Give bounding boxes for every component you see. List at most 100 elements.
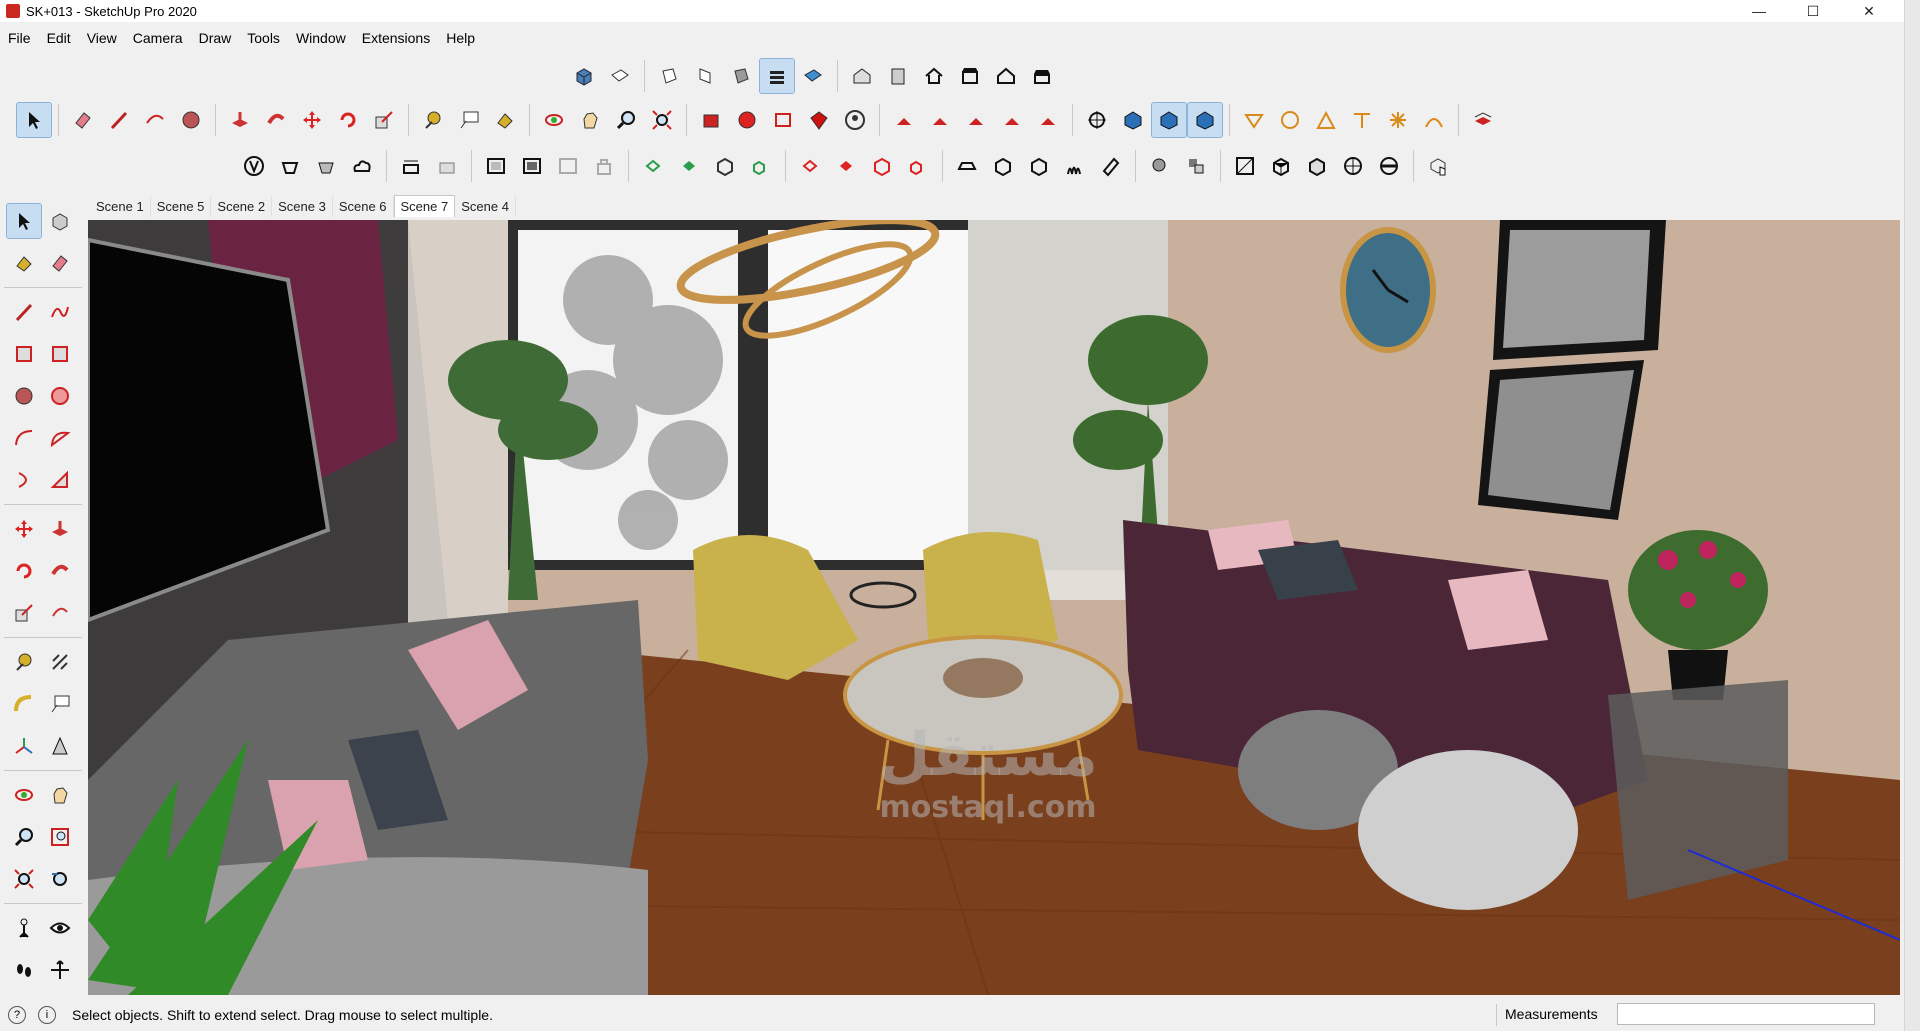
component-tool-3[interactable]	[708, 149, 742, 183]
warehouse-3d-button[interactable]	[730, 103, 764, 137]
pan-button[interactable]	[573, 103, 607, 137]
solid-tool-5[interactable]	[1094, 149, 1128, 183]
hidden-line-button[interactable]	[430, 149, 464, 183]
xray-button[interactable]	[237, 149, 271, 183]
back-view-button[interactable]	[724, 59, 758, 93]
wireframe-button[interactable]	[394, 149, 428, 183]
dynamic-tool-5[interactable]	[1031, 103, 1065, 137]
building-button[interactable]	[953, 59, 987, 93]
measurements-input[interactable]	[1617, 1003, 1875, 1025]
zoom-button[interactable]	[609, 103, 643, 137]
dynamic-tool-3[interactable]	[959, 103, 993, 137]
extension-button[interactable]	[802, 103, 836, 137]
close-button[interactable]: ✕	[1846, 0, 1892, 22]
model-viewport[interactable]: مستقل mostaql.com	[88, 220, 1900, 995]
lt-2pt-arc-button[interactable]	[43, 421, 77, 455]
solid-tool-3[interactable]	[1022, 149, 1056, 183]
lock-button[interactable]	[587, 149, 621, 183]
paint-button[interactable]	[488, 103, 522, 137]
iso-view-button[interactable]	[567, 59, 601, 93]
tab-scene-3[interactable]: Scene 3	[272, 196, 333, 217]
red-tool-2[interactable]	[829, 149, 863, 183]
lt-position-camera-button[interactable]	[7, 911, 41, 945]
component-tool-4[interactable]	[744, 149, 778, 183]
send-button[interactable]	[766, 103, 800, 137]
tab-scene-7[interactable]: Scene 7	[393, 195, 456, 217]
section-display-button[interactable]	[1187, 102, 1223, 138]
sandbox-tool-3[interactable]	[1309, 103, 1343, 137]
component-tool-1[interactable]	[636, 149, 670, 183]
monochrome-button[interactable]	[551, 149, 585, 183]
lt-section-button[interactable]	[43, 953, 77, 987]
section-fill-button[interactable]	[1116, 103, 1150, 137]
red-tool-1[interactable]	[793, 149, 827, 183]
lt-axes-button[interactable]	[7, 729, 41, 763]
lt-look-around-button[interactable]	[43, 911, 77, 945]
lt-scale-button[interactable]	[7, 596, 41, 630]
line-button[interactable]	[102, 103, 136, 137]
misc-tool-1[interactable]	[1143, 149, 1177, 183]
tape-button[interactable]	[416, 103, 450, 137]
house-button[interactable]	[989, 59, 1023, 93]
lt-tape-button[interactable]	[7, 645, 41, 679]
lt-polygon-button[interactable]	[43, 379, 77, 413]
lt-eraser-button[interactable]	[43, 246, 77, 280]
lt-offset-button[interactable]	[43, 596, 77, 630]
lt-zoom-button[interactable]	[7, 820, 41, 854]
tab-scene-5[interactable]: Scene 5	[151, 196, 212, 217]
tab-scene-4[interactable]: Scene 4	[455, 196, 516, 217]
move-button[interactable]	[295, 103, 329, 137]
lt-rotate-button[interactable]	[7, 554, 41, 588]
lt-zoom-window-button[interactable]	[43, 820, 77, 854]
minimize-button[interactable]: —	[1736, 0, 1782, 22]
warehouse-button[interactable]	[845, 59, 879, 93]
rotate-button[interactable]	[331, 103, 365, 137]
dynamic-tool-2[interactable]	[923, 103, 957, 137]
sandbox-tool-2[interactable]	[1273, 103, 1307, 137]
lt-3dtext-button[interactable]	[43, 729, 77, 763]
solid-tool-2[interactable]	[986, 149, 1020, 183]
lt-arc-button[interactable]	[7, 421, 41, 455]
circle-button[interactable]	[174, 103, 208, 137]
red-tool-3[interactable]	[865, 149, 899, 183]
arc-button[interactable]	[138, 103, 172, 137]
box-tool-4[interactable]	[1336, 149, 1370, 183]
lt-text-button[interactable]	[43, 687, 77, 721]
menu-draw[interactable]: Draw	[191, 30, 240, 46]
box-tool-2[interactable]	[1264, 149, 1298, 183]
lt-select-button[interactable]	[6, 203, 42, 239]
shaded-button[interactable]	[479, 149, 513, 183]
textured-button[interactable]	[515, 149, 549, 183]
box-tool-1[interactable]	[1228, 149, 1262, 183]
select-button[interactable]	[16, 102, 52, 138]
sandbox-tool-6[interactable]	[1417, 103, 1451, 137]
dynamic-tool-1[interactable]	[887, 103, 921, 137]
section-plane-button[interactable]	[1080, 103, 1114, 137]
lt-move-button[interactable]	[7, 512, 41, 546]
menu-camera[interactable]: Camera	[125, 30, 191, 46]
lt-paint-button[interactable]	[7, 246, 41, 280]
tab-scene-1[interactable]: Scene 1	[90, 196, 151, 217]
lt-3pt-arc-button[interactable]	[7, 463, 41, 497]
lt-walk-button[interactable]	[7, 953, 41, 987]
left-view-button[interactable]	[759, 58, 795, 94]
scale-button[interactable]	[367, 103, 401, 137]
ruby-button[interactable]	[694, 103, 728, 137]
lt-rectangle-button[interactable]	[7, 337, 41, 371]
followme-button[interactable]	[259, 103, 293, 137]
box-tool-5[interactable]	[1372, 149, 1406, 183]
info-icon[interactable]: i	[38, 1006, 56, 1024]
shadow-button[interactable]	[273, 149, 307, 183]
menu-file[interactable]: File	[0, 30, 39, 46]
layers-button[interactable]	[1466, 103, 1500, 137]
profile-button[interactable]	[838, 103, 872, 137]
solid-tool-4[interactable]	[1058, 149, 1092, 183]
lt-pan-button[interactable]	[43, 778, 77, 812]
cloud-button[interactable]	[345, 149, 379, 183]
tab-scene-6[interactable]: Scene 6	[333, 196, 394, 217]
lt-pie-button[interactable]	[43, 463, 77, 497]
interact-button[interactable]	[1421, 149, 1455, 183]
menu-help[interactable]: Help	[438, 30, 483, 46]
front-view-button[interactable]	[652, 59, 686, 93]
box-tool-3[interactable]	[1300, 149, 1334, 183]
